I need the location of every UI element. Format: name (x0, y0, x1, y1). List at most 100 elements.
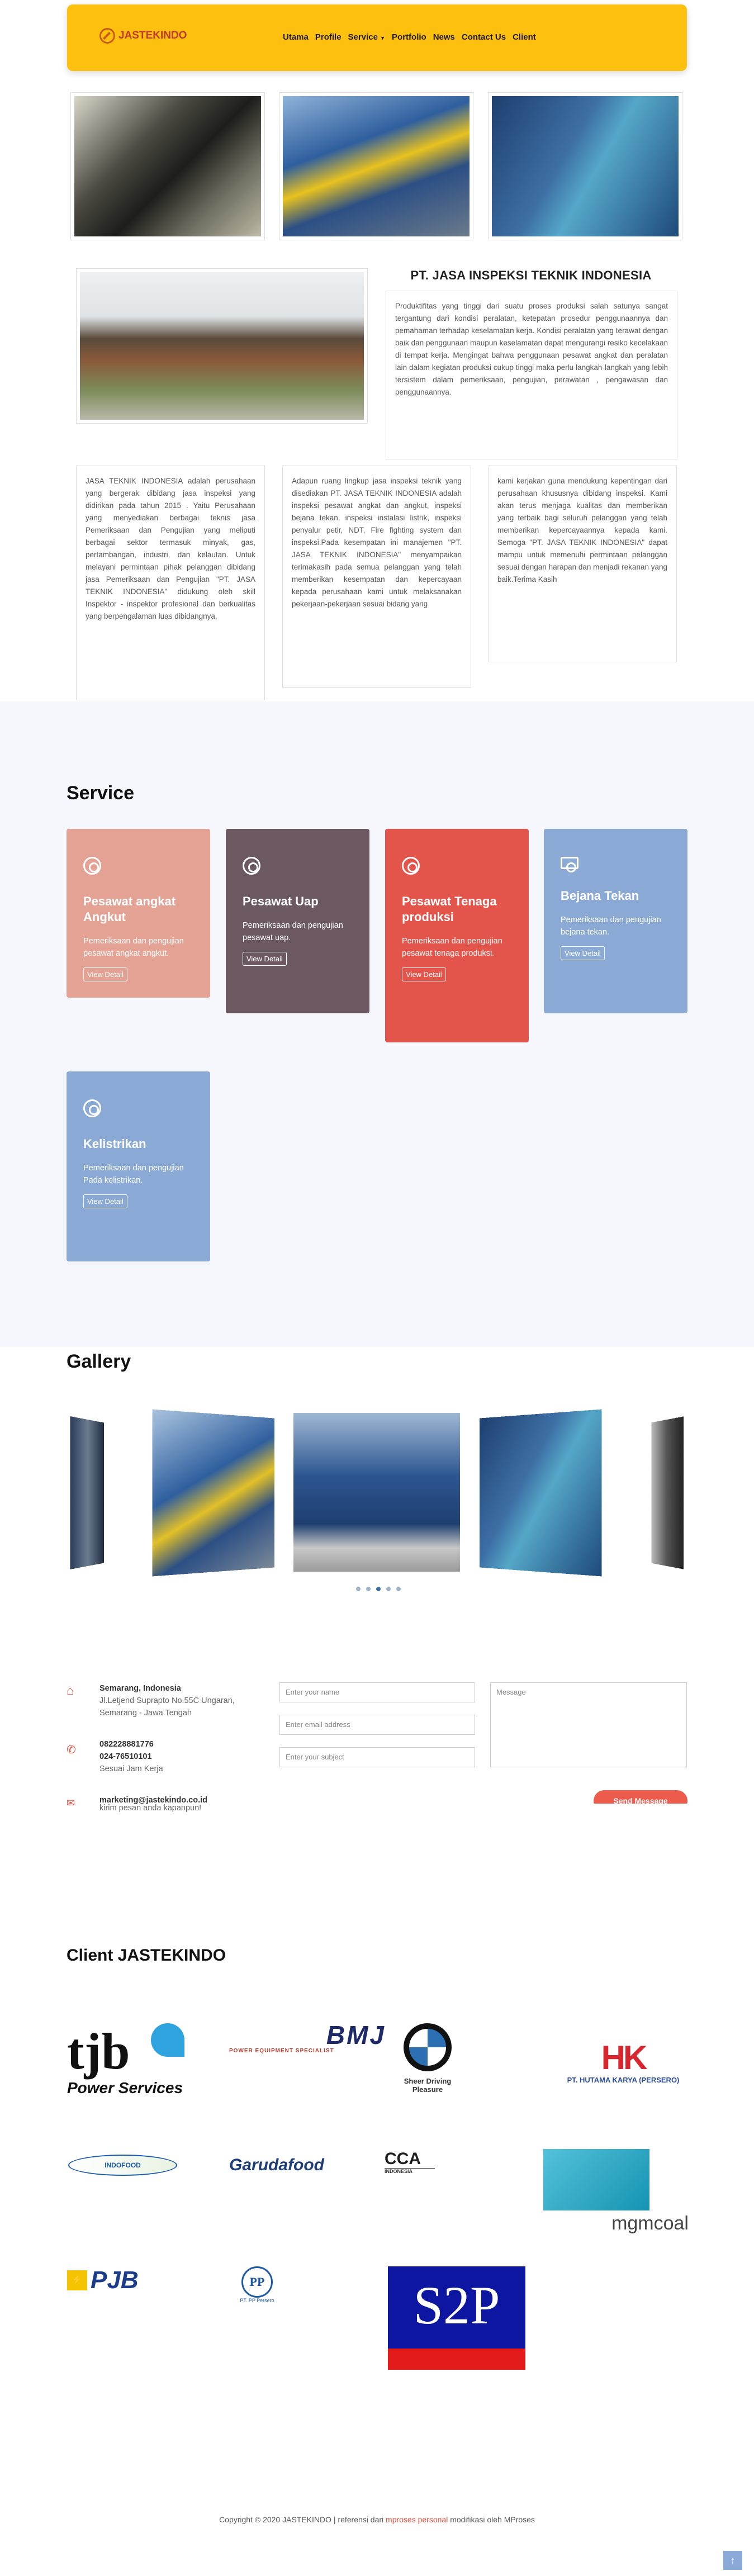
caret-down-icon: ▼ (380, 35, 386, 41)
gallery-dot[interactable] (386, 1587, 391, 1591)
service-card-bejana: Bejana Tekan Pemeriksaan dan pengujian b… (544, 829, 687, 1013)
service-card-desc: Pemeriksaan dan pengujian Pada kelistrik… (83, 1164, 184, 1185)
service-card-desc: Pemeriksaan dan pengujian bejana tekan. (561, 915, 661, 937)
gallery-dot[interactable] (356, 1587, 361, 1591)
client-logo-hk: HK PT. HUTAMA KARYA (PERSERO) (556, 2040, 690, 2096)
footer-link[interactable]: mproses personal (386, 2515, 448, 2524)
message-field[interactable]: Message (490, 1682, 687, 1767)
mgm-gem-icon (543, 2149, 649, 2210)
phone-1[interactable]: 082228881776 (99, 1738, 267, 1750)
client-logo-indofood: INDOFOOD (68, 2155, 177, 2176)
pp-roundel-icon: PP (241, 2266, 273, 2298)
mgm-text: mgmcoal (611, 2213, 689, 2234)
send-message-button[interactable]: Send Message (594, 1790, 687, 1804)
gallery-heading: Gallery (67, 1351, 131, 1372)
gallery-dot-active[interactable] (376, 1587, 381, 1591)
bmw-sub: Sheer Driving Pleasure (404, 2077, 452, 2094)
gallery-dot[interactable] (366, 1587, 371, 1591)
view-detail-button[interactable]: View Detail (83, 967, 127, 981)
nav-service[interactable]: Service ▼ (348, 32, 385, 42)
photo-3 (488, 92, 682, 240)
phone-block: 082228881776 024-76510101 Sesuai Jam Ker… (99, 1738, 267, 1775)
about-col-1: JASA TEKNIK INDONESIA adalah perusahaan … (76, 466, 265, 700)
client-logo-bmw: Sheer Driving Pleasure (391, 2023, 464, 2113)
gallery-image-4[interactable] (479, 1409, 602, 1577)
client-logo-garudafood: Garudafood (229, 2156, 324, 2174)
bmw-roundel-icon (404, 2023, 452, 2071)
site-logo[interactable]: JASTEKINDO (99, 28, 187, 44)
gallery-image-3[interactable] (293, 1413, 460, 1572)
tjb-drop-icon (151, 2023, 184, 2057)
service-card-title: Pesawat Uap (243, 894, 319, 908)
nav-client[interactable]: Client (513, 32, 536, 42)
back-to-top-button[interactable]: ↑ (723, 2551, 742, 2570)
client-logo-mgm: mgmcoal (543, 2149, 689, 2238)
gallery-image-5[interactable] (651, 1416, 684, 1569)
service-heading: Service (67, 782, 134, 804)
address-block: Semarang, Indonesia Jl.Letjend Suprapto … (99, 1682, 267, 1719)
phone-2[interactable]: 024-76510101 (99, 1750, 267, 1763)
service-card-kelistrikan: Kelistrikan Pemeriksaan dan pengujian Pa… (67, 1071, 210, 1261)
building-image (76, 268, 368, 424)
main-nav: Utama Profile Service ▼ Portfolio News C… (283, 32, 536, 42)
footer-copyright: Copyright © 2020 JASTEKINDO | referensi … (0, 2515, 754, 2524)
service-card-title: Pesawat Tenaga produksi (402, 894, 497, 924)
about-col-2: Adapun ruang lingkup jasa inspeksi tekni… (282, 466, 471, 688)
gallery-dots (356, 1587, 401, 1591)
client-logo-pp: PP PT. PP Persero (226, 2266, 288, 2311)
service-card-uap: Pesawat Uap Pemeriksaan dan pengujian pe… (226, 829, 369, 1013)
client-logo-bmj: BMJ POWER EQUIPMENT SPECIALIST (229, 2022, 386, 2056)
about-col-3: kami kerjakan guna mendukung kepentingan… (488, 466, 677, 662)
client-logo-pjb: ⚡ PJB (67, 2264, 151, 2297)
site-header: JASTEKINDO Utama Profile Service ▼ Portf… (67, 4, 687, 71)
email-note: kirim pesan anda kapanpun! (99, 1804, 202, 1812)
email-field[interactable]: Enter email address (279, 1715, 475, 1735)
pjb-bolt-icon: ⚡ (67, 2270, 87, 2290)
gear-icon (83, 1099, 101, 1117)
address-line: Jl.Letjend Suprapto No.55C Ungaran, Sema… (99, 1696, 235, 1718)
nav-contact-us[interactable]: Contact Us (462, 32, 506, 42)
service-card-tenaga: Pesawat Tenaga produksi Pemeriksaan dan … (385, 829, 529, 1042)
service-card-desc: Pemeriksaan dan pengujian pesawat tenaga… (402, 937, 502, 958)
gear-icon (402, 857, 420, 875)
view-detail-button[interactable]: View Detail (83, 1194, 127, 1208)
view-detail-button[interactable]: View Detail (402, 967, 446, 981)
pp-text: PT. PP Persero (240, 2298, 274, 2303)
name-field[interactable]: Enter your name (279, 1682, 475, 1702)
email-icon: ✉ (67, 1797, 75, 1809)
tjb-sub: Power Services (67, 2079, 183, 2096)
cca-sub: INDONESIA (385, 2168, 435, 2174)
nav-portfolio[interactable]: Portfolio (392, 32, 426, 42)
nav-news[interactable]: News (433, 32, 455, 42)
logo-text: JASTEKINDO (118, 30, 187, 41)
hk-mark-icon: HK (601, 2039, 648, 2076)
view-detail-button[interactable]: View Detail (243, 952, 287, 966)
clients-heading: Client JASTEKINDO (67, 1946, 226, 1965)
service-card-title: Pesawat angkat Angkut (83, 894, 176, 924)
gallery-dot[interactable] (396, 1587, 401, 1591)
subject-field[interactable]: Enter your subject (279, 1747, 475, 1767)
footer-text-1: Copyright © 2020 JASTEKINDO | referensi … (219, 2515, 386, 2524)
pjb-text: PJB (91, 2266, 139, 2294)
client-logo-tjb: tjb Power Services (67, 2023, 224, 2118)
service-card-title: Kelistrikan (83, 1137, 146, 1151)
footer-text-2: modifikasi oleh MProses (448, 2515, 535, 2524)
company-title: PT. JASA INSPEKSI TEKNIK INDONESIA (410, 268, 652, 282)
cca-text: CCA (385, 2150, 421, 2168)
client-logo-cca: CCA INDONESIA (385, 2150, 468, 2181)
gallery-image-2[interactable] (152, 1409, 275, 1577)
bmj-text: BMJ (326, 2020, 386, 2050)
email-block: marketing@jastekindo.co.id kirim pesan a… (99, 1796, 267, 1812)
view-detail-button[interactable]: View Detail (561, 946, 605, 960)
nav-utama[interactable]: Utama (283, 32, 309, 42)
gallery-image-1[interactable] (70, 1416, 105, 1569)
email-address[interactable]: marketing@jastekindo.co.id (99, 1796, 267, 1804)
client-logo-s2p: S2P (388, 2266, 525, 2370)
home-icon: ⌂ (67, 1683, 74, 1697)
service-card-desc: Pemeriksaan dan pengujian pesawat angkat… (83, 937, 184, 958)
logo-icon (99, 28, 115, 44)
service-card-angkat: Pesawat angkat Angkut Pemeriksaan dan pe… (67, 829, 210, 998)
nav-service-label: Service (348, 32, 378, 42)
nav-profile[interactable]: Profile (315, 32, 342, 42)
gear-icon (243, 857, 260, 875)
